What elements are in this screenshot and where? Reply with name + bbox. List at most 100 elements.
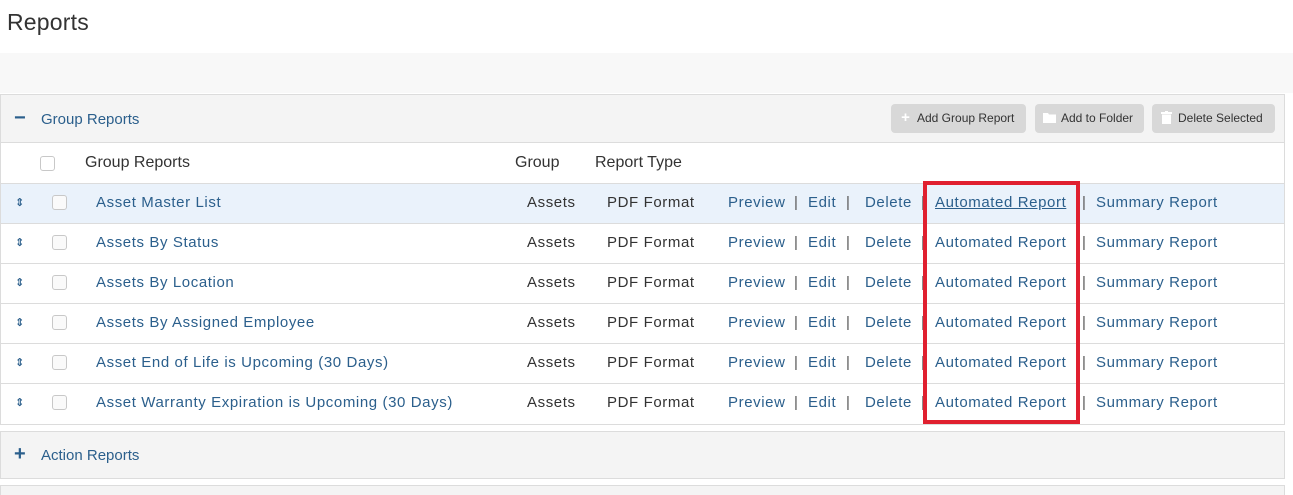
next-panel-edge: [0, 485, 1285, 495]
drag-handle-icon[interactable]: ⇕: [15, 276, 24, 290]
preview-link[interactable]: Preview: [728, 234, 786, 251]
preview-link[interactable]: Preview: [728, 274, 786, 291]
title-strip: [0, 53, 1293, 93]
link-separator: |: [1082, 394, 1086, 411]
link-separator: |: [1082, 314, 1086, 331]
row-checkbox[interactable]: [52, 195, 67, 210]
report-group: Assets: [527, 274, 576, 291]
delete-selected-label: Delete Selected: [1178, 111, 1263, 125]
edit-link[interactable]: Edit: [808, 314, 836, 331]
report-name-link[interactable]: Assets By Status: [96, 234, 219, 251]
link-separator: |: [846, 274, 850, 291]
report-type: PDF Format: [607, 274, 695, 291]
preview-link[interactable]: Preview: [728, 194, 786, 211]
table-row: ⇕ Asset Warranty Expiration is Upcoming …: [1, 384, 1284, 424]
report-group: Assets: [527, 194, 576, 211]
row-checkbox[interactable]: [52, 275, 67, 290]
link-separator: |: [1082, 354, 1086, 371]
delete-link[interactable]: Delete: [865, 234, 912, 251]
delete-link[interactable]: Delete: [865, 274, 912, 291]
group-reports-panel: − Group Reports + Add Group Report Add t…: [0, 94, 1285, 425]
report-group: Assets: [527, 354, 576, 371]
delete-selected-button[interactable]: Delete Selected: [1152, 104, 1275, 133]
delete-link[interactable]: Delete: [865, 194, 912, 211]
report-group: Assets: [527, 314, 576, 331]
delete-link[interactable]: Delete: [865, 354, 912, 371]
report-name-link[interactable]: Asset Warranty Expiration is Upcoming (3…: [96, 394, 453, 411]
group-reports-title[interactable]: Group Reports: [41, 111, 139, 128]
drag-handle-icon[interactable]: ⇕: [15, 396, 24, 410]
automated-report-highlight: [923, 181, 1080, 424]
preview-link[interactable]: Preview: [728, 394, 786, 411]
table-row: ⇕ Asset Master List Assets PDF Format Pr…: [1, 184, 1284, 224]
row-checkbox[interactable]: [52, 355, 67, 370]
report-name-link[interactable]: Assets By Assigned Employee: [96, 314, 315, 331]
expand-icon[interactable]: +: [14, 444, 26, 464]
summary-report-link[interactable]: Summary Report: [1096, 234, 1218, 251]
link-separator: |: [794, 194, 798, 211]
table-row: ⇕ Assets By Status Assets PDF Format Pre…: [1, 224, 1284, 264]
link-separator: |: [1082, 274, 1086, 291]
action-reports-title[interactable]: Action Reports: [41, 447, 139, 464]
group-reports-header[interactable]: − Group Reports + Add Group Report Add t…: [1, 95, 1284, 143]
preview-link[interactable]: Preview: [728, 354, 786, 371]
add-to-folder-label: Add to Folder: [1061, 111, 1134, 125]
summary-report-link[interactable]: Summary Report: [1096, 314, 1218, 331]
link-separator: |: [1082, 234, 1086, 251]
report-type: PDF Format: [607, 314, 695, 331]
page-title: Reports: [7, 9, 89, 35]
link-separator: |: [794, 234, 798, 251]
link-separator: |: [846, 234, 850, 251]
action-reports-panel[interactable]: + Action Reports: [0, 431, 1285, 479]
drag-handle-icon[interactable]: ⇕: [15, 316, 24, 330]
column-header-report-type: Report Type: [595, 154, 682, 171]
link-separator: |: [794, 354, 798, 371]
link-separator: |: [846, 314, 850, 331]
link-separator: |: [1082, 194, 1086, 211]
report-type: PDF Format: [607, 394, 695, 411]
add-group-report-button[interactable]: + Add Group Report: [891, 104, 1026, 133]
link-separator: |: [846, 194, 850, 211]
report-type: PDF Format: [607, 234, 695, 251]
row-checkbox[interactable]: [52, 395, 67, 410]
edit-link[interactable]: Edit: [808, 354, 836, 371]
link-separator: |: [794, 394, 798, 411]
preview-link[interactable]: Preview: [728, 314, 786, 331]
collapse-icon[interactable]: −: [14, 108, 26, 128]
plus-icon: +: [901, 109, 910, 126]
trash-icon: [1160, 111, 1173, 125]
summary-report-link[interactable]: Summary Report: [1096, 394, 1218, 411]
table-header: Group Reports Group Report Type: [1, 143, 1284, 184]
report-group: Assets: [527, 394, 576, 411]
report-type: PDF Format: [607, 354, 695, 371]
report-name-link[interactable]: Asset End of Life is Upcoming (30 Days): [96, 354, 389, 371]
report-group: Assets: [527, 234, 576, 251]
row-checkbox[interactable]: [52, 235, 67, 250]
delete-link[interactable]: Delete: [865, 314, 912, 331]
link-separator: |: [794, 274, 798, 291]
link-separator: |: [794, 314, 798, 331]
drag-handle-icon[interactable]: ⇕: [15, 236, 24, 250]
edit-link[interactable]: Edit: [808, 194, 836, 211]
edit-link[interactable]: Edit: [808, 394, 836, 411]
drag-handle-icon[interactable]: ⇕: [15, 356, 24, 370]
row-checkbox[interactable]: [52, 315, 67, 330]
folder-icon: [1043, 111, 1056, 125]
add-to-folder-button[interactable]: Add to Folder: [1035, 104, 1144, 133]
drag-handle-icon[interactable]: ⇕: [15, 196, 24, 210]
summary-report-link[interactable]: Summary Report: [1096, 354, 1218, 371]
delete-link[interactable]: Delete: [865, 394, 912, 411]
report-name-link[interactable]: Asset Master List: [96, 194, 221, 211]
edit-link[interactable]: Edit: [808, 274, 836, 291]
report-name-link[interactable]: Assets By Location: [96, 274, 234, 291]
summary-report-link[interactable]: Summary Report: [1096, 194, 1218, 211]
table-row: ⇕ Assets By Location Assets PDF Format P…: [1, 264, 1284, 304]
add-group-report-label: Add Group Report: [917, 111, 1015, 125]
summary-report-link[interactable]: Summary Report: [1096, 274, 1218, 291]
table-row: ⇕ Assets By Assigned Employee Assets PDF…: [1, 304, 1284, 344]
report-type: PDF Format: [607, 194, 695, 211]
select-all-checkbox[interactable]: [40, 156, 55, 171]
table-row: ⇕ Asset End of Life is Upcoming (30 Days…: [1, 344, 1284, 384]
edit-link[interactable]: Edit: [808, 234, 836, 251]
link-separator: |: [846, 394, 850, 411]
